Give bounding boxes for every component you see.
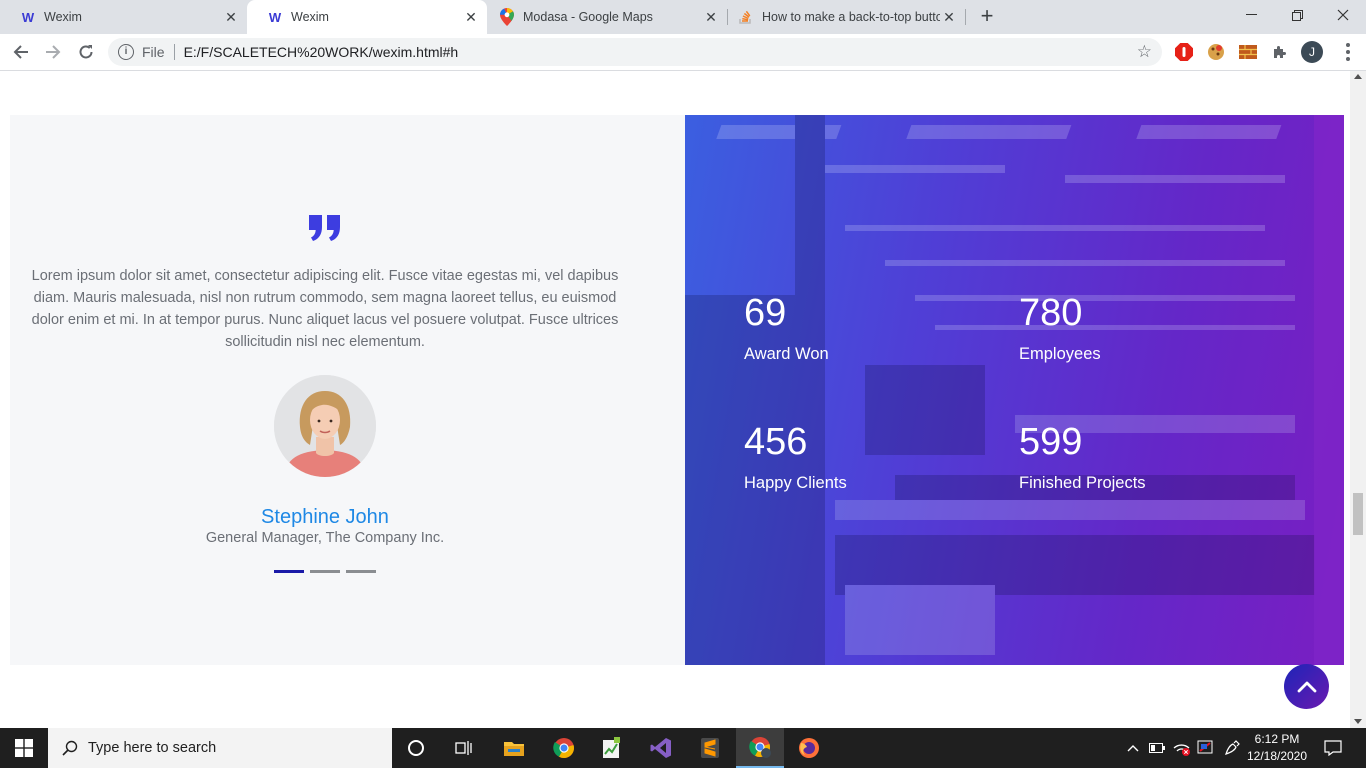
new-tab-button[interactable]: +	[976, 5, 998, 27]
tray-overflow-chevron-icon[interactable]	[1124, 728, 1142, 768]
clock-date: 12/18/2020	[1246, 749, 1308, 763]
arrow-left-icon	[13, 45, 28, 59]
notification-center-icon[interactable]	[1320, 728, 1346, 768]
profile-avatar[interactable]: J	[1301, 41, 1323, 63]
windows-logo-icon	[15, 739, 33, 757]
extensions-puzzle-icon[interactable]	[1270, 42, 1290, 62]
tab-title: Modasa - Google Maps	[523, 10, 653, 24]
back-button[interactable]	[7, 38, 35, 66]
browser-menu-icon[interactable]	[1338, 42, 1358, 62]
stat-value: 69	[744, 292, 787, 334]
page-scrollbar[interactable]	[1350, 71, 1366, 728]
site-info-icon[interactable]: i	[118, 44, 134, 60]
cortana-icon[interactable]	[392, 728, 440, 768]
minimize-button[interactable]	[1228, 0, 1274, 30]
tab-title: Wexim	[44, 10, 82, 24]
stat-finished-projects: 599 Finished Projects	[1019, 422, 1146, 493]
scroll-up-arrow[interactable]	[1354, 74, 1362, 79]
network-disconnected-icon[interactable]	[1171, 728, 1193, 768]
cookie-extension-icon[interactable]	[1206, 42, 1226, 62]
volume-muted-icon[interactable]	[1195, 728, 1217, 768]
back-to-top-button[interactable]	[1284, 664, 1329, 709]
battery-icon[interactable]	[1147, 728, 1167, 768]
stat-award-won: 69 Award Won	[744, 293, 829, 364]
close-tab-icon[interactable]: ✕	[703, 9, 719, 25]
clock-time: 6:12 PM	[1254, 732, 1300, 746]
omnibox-divider	[173, 44, 175, 60]
testimonial-person-role: General Manager, The Company Inc.	[205, 530, 445, 546]
browser-toolbar: i File E:/F/SCALETECH%20WORK/wexim.html#…	[0, 34, 1366, 71]
tab-separator	[965, 9, 966, 25]
stat-value: 780	[1019, 292, 1083, 334]
scrollbar-thumb[interactable]	[1353, 493, 1363, 535]
file-explorer-icon[interactable]	[490, 728, 538, 768]
browser-tab-active[interactable]: W Wexim ✕	[247, 0, 487, 34]
visual-studio-icon[interactable]	[637, 728, 685, 768]
chrome-icon[interactable]	[540, 728, 588, 768]
testimonial-avatar	[274, 375, 376, 477]
task-view-icon[interactable]	[440, 728, 488, 768]
browser-tab[interactable]: Modasa - Google Maps ✕	[487, 0, 727, 34]
testimonial-quote-text: Lorem ipsum dolor sit amet, consectetur …	[31, 268, 619, 350]
search-placeholder: Type here to search	[88, 740, 217, 756]
browser-tab[interactable]: How to make a back-to-top butto ✕	[728, 0, 965, 34]
restore-button[interactable]	[1274, 0, 1320, 30]
google-maps-icon	[499, 8, 515, 26]
stats-section: 69 Award Won 780 Employees 456 Happy Cli…	[685, 115, 1344, 665]
close-tab-icon[interactable]: ✕	[223, 9, 239, 25]
stat-value: 456	[744, 421, 808, 463]
tab-title: Wexim	[291, 10, 329, 24]
office-background-image	[685, 115, 1315, 665]
stat-happy-clients: 456 Happy Clients	[744, 422, 847, 493]
scroll-down-arrow[interactable]	[1354, 719, 1362, 724]
carousel-dot-1[interactable]	[274, 570, 304, 573]
notepad-plus-icon[interactable]	[588, 728, 636, 768]
stat-label: Award Won	[744, 345, 829, 363]
url-text[interactable]: E:/F/SCALETECH%20WORK/wexim.html#h	[184, 44, 459, 60]
quote-icon	[309, 215, 340, 241]
section-edge-overlay	[1314, 115, 1344, 665]
wexim-logo-icon: W	[21, 9, 35, 25]
testimonial-section: Lorem ipsum dolor sit amet, consectetur …	[10, 115, 685, 665]
system-clock[interactable]: 6:12 PM 12/18/2020	[1242, 731, 1312, 765]
reload-button[interactable]	[72, 38, 100, 66]
forward-button[interactable]	[39, 38, 67, 66]
bookmark-star-icon[interactable]: ☆	[1137, 42, 1152, 62]
carousel-dot-3[interactable]	[346, 570, 376, 573]
sublime-text-icon[interactable]	[686, 728, 734, 768]
reload-icon	[79, 45, 93, 59]
chevron-up-icon	[1297, 681, 1316, 692]
chrome-profile-icon[interactable]	[736, 728, 784, 768]
windows-taskbar: Type here to search 6:12 PM 12/18/2020	[0, 728, 1366, 768]
arrow-right-icon	[46, 45, 61, 59]
firefox-icon[interactable]	[785, 728, 833, 768]
stat-label: Finished Projects	[1019, 474, 1146, 492]
close-tab-icon[interactable]: ✕	[941, 9, 957, 25]
carousel-dot-2[interactable]	[310, 570, 340, 573]
tab-title: How to make a back-to-top butto	[762, 10, 940, 24]
browser-tab-strip: W Wexim ✕ W Wexim ✕ Modasa - Google Maps…	[0, 0, 1366, 34]
start-button[interactable]	[0, 728, 48, 768]
close-tab-icon[interactable]: ✕	[463, 9, 479, 25]
stat-value: 599	[1019, 421, 1083, 463]
adblock-extension-icon[interactable]	[1174, 42, 1194, 62]
wexim-logo-icon: W	[268, 9, 282, 25]
search-icon	[62, 740, 78, 756]
close-window-button[interactable]	[1320, 0, 1366, 30]
testimonial-person-name: Stephine John	[261, 506, 389, 528]
stat-employees: 780 Employees	[1019, 293, 1101, 364]
stat-label: Employees	[1019, 345, 1101, 363]
pen-ink-icon[interactable]	[1221, 728, 1243, 768]
carousel-indicators	[274, 570, 376, 574]
browser-tab[interactable]: W Wexim ✕	[0, 0, 247, 34]
address-bar[interactable]: i File E:/F/SCALETECH%20WORK/wexim.html#…	[108, 38, 1162, 66]
brick-extension-icon[interactable]	[1238, 42, 1258, 62]
stat-label: Happy Clients	[744, 474, 847, 492]
stackoverflow-icon	[738, 9, 754, 25]
scheme-label: File	[142, 44, 165, 60]
page-viewport: Lorem ipsum dolor sit amet, consectetur …	[0, 71, 1350, 728]
taskbar-search-box[interactable]: Type here to search	[48, 728, 392, 768]
